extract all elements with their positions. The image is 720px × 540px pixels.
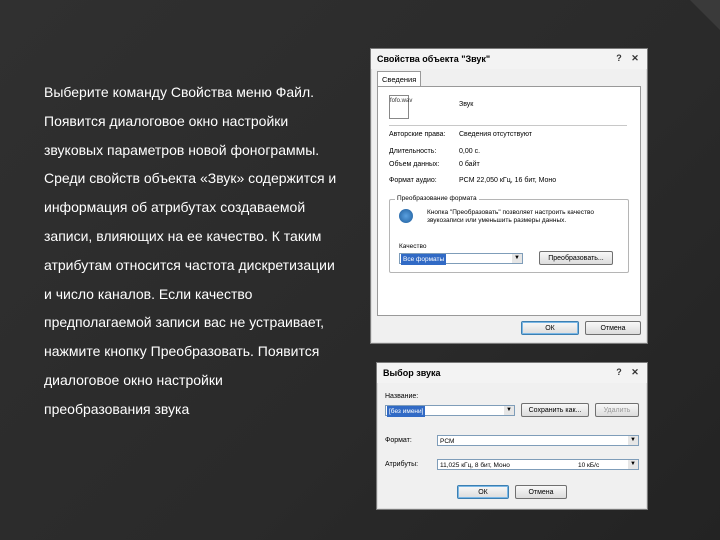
slide-text-line: Выберите команду Свойства меню Файл. [44, 84, 315, 100]
property-value: 0 байт [459, 161, 480, 168]
quality-label: Качество [399, 243, 427, 250]
info-icon [399, 209, 413, 223]
property-value: 0,00 с. [459, 148, 481, 155]
group-description: Кнопка "Преобразовать" позволяет настрои… [427, 209, 595, 224]
property-label: Объем данных: [389, 161, 440, 168]
slide-text: Выберите команду Свойства меню Файл. Поя… [44, 78, 364, 424]
object-name: Звук [459, 101, 474, 108]
tab-details[interactable]: Сведения [377, 71, 422, 87]
name-label: Название: [385, 393, 419, 400]
ok-button[interactable]: ОК [457, 485, 509, 499]
chevron-down-icon[interactable]: ▼ [628, 436, 638, 445]
close-icon[interactable]: ✕ [629, 366, 641, 378]
ok-button[interactable]: ОК [521, 321, 579, 335]
separator [389, 125, 627, 126]
property-label: Формат аудио: [389, 177, 437, 184]
attributes-label: Атрибуты: [385, 461, 419, 468]
attributes-rate: 10 кБ/с [578, 462, 600, 469]
sound-properties-dialog: Свойства объекта "Звук" ? ✕ Сведения fof… [370, 48, 648, 344]
property-value: PCM 22,050 кГц, 16 бит, Моно [459, 177, 557, 184]
convert-button[interactable]: Преобразовать... [539, 251, 613, 265]
slide-text-line: преобразования звука [44, 400, 190, 417]
chevron-down-icon[interactable]: ▼ [512, 254, 522, 263]
slide-text-line: Появится диалоговое окно настройки [44, 112, 289, 129]
attributes-select-value: 11,025 кГц, 8 бит, Моно [440, 462, 510, 469]
dialog-title-bar[interactable]: Свойства объекта "Звук" ? ✕ [371, 49, 647, 69]
chevron-down-icon[interactable]: ▼ [504, 406, 514, 415]
slide-text-line: нажмите кнопку Преобразовать. Появится [44, 343, 320, 360]
save-as-button[interactable]: Сохранить как... [521, 403, 589, 417]
sound-selection-dialog: Выбор звука ? ✕ Название: [без имени] ▼ … [376, 362, 648, 510]
format-label: Формат: [385, 437, 412, 444]
slide-text-line: диалоговое окно настройки [44, 371, 223, 388]
format-select[interactable]: PCM ▼ [437, 435, 639, 446]
property-label: Длительность: [389, 148, 437, 155]
help-icon[interactable]: ? [613, 366, 625, 378]
property-label: Авторские права: [389, 131, 446, 138]
delete-button[interactable]: Удалить [595, 403, 639, 417]
slide-text-line: звуковых параметров новой фонограммы. [44, 141, 320, 158]
quality-select-value: Все форматы [401, 254, 447, 265]
property-value: Сведения отсутствуют [459, 131, 532, 138]
cancel-button[interactable]: Отмена [585, 321, 641, 335]
attributes-select[interactable]: 11,025 кГц, 8 бит, Моно 10 кБ/с ▼ [437, 459, 639, 470]
slide-text-line: атрибутам относится частота дискретизаци… [44, 256, 335, 273]
format-select-value: PCM [440, 438, 455, 445]
slide-text-line: Среди свойств объекта «Звук» содержится … [44, 170, 337, 187]
group-title: Преобразование формата [395, 195, 479, 202]
name-select[interactable]: [без имени] ▼ [385, 405, 515, 417]
close-icon[interactable]: ✕ [629, 52, 641, 64]
slide-corner-decoration [690, 0, 720, 30]
dialog-title-bar[interactable]: Выбор звука ? ✕ [377, 363, 647, 383]
slide-text-line: предполагаемой записи вас не устраивает, [44, 314, 324, 331]
sound-file-icon: fofo.wav [389, 95, 412, 119]
chevron-down-icon[interactable]: ▼ [628, 460, 638, 469]
slide-text-line: и число каналов. Если качество [44, 285, 253, 302]
dialog-title: Выбор звука [383, 368, 441, 378]
name-select-value: [без имени] [387, 406, 426, 417]
slide-text-line: информация об атрибутах создаваемой [44, 199, 306, 216]
help-icon[interactable]: ? [613, 52, 625, 64]
quality-select[interactable]: Все форматы ▼ [399, 253, 523, 265]
slide-text-line: записи, влияющих на ее качество. К таким [44, 227, 322, 244]
dialog-title: Свойства объекта "Звук" [377, 54, 491, 64]
cancel-button[interactable]: Отмена [515, 485, 567, 499]
